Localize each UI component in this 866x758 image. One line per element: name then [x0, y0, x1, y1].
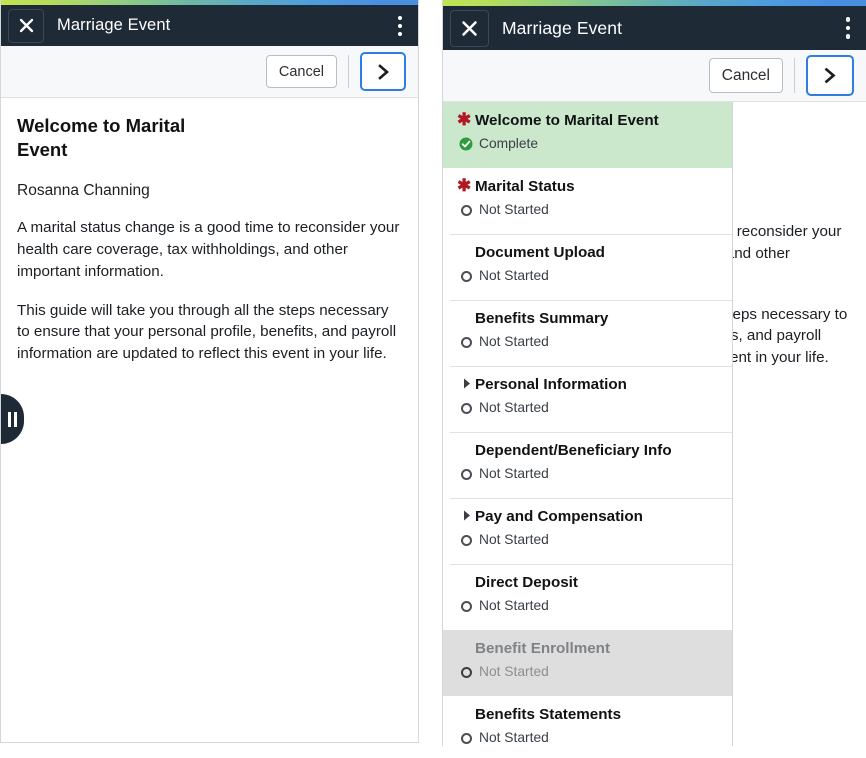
welcome-heading: Welcome to Marital Event: [17, 115, 186, 160]
intro-paragraph-1: A marital status change is a good time t…: [17, 219, 400, 280]
step-navigation-drawer[interactable]: ✱ Welcome to Marital Event Complete ✱ Marita…: [443, 102, 733, 746]
toolbar-divider: [348, 55, 349, 88]
employee-name: Rosanna Channing: [17, 182, 150, 200]
step-title: Pay and Compensation: [475, 508, 643, 525]
step-status-label: Not Started: [479, 202, 549, 217]
triangle-right-icon[interactable]: [453, 375, 475, 389]
circle-outline-icon: [453, 336, 479, 348]
step-title: Benefits Statements: [475, 706, 622, 723]
cancel-button[interactable]: Cancel: [265, 55, 337, 88]
step-list-item: Benefit Enrollment Not Started: [443, 630, 732, 696]
step-title: Personal Information: [475, 376, 627, 393]
triangle-right-icon[interactable]: [453, 507, 475, 521]
left-action-bar: Cancel: [1, 46, 418, 98]
step-status-label: Not Started: [479, 730, 549, 745]
circle-outline-icon: [453, 534, 479, 546]
left-titlebar: Marriage Event: [1, 5, 418, 46]
step-list-item[interactable]: Dependent/Beneficiary Info Not Started: [443, 432, 732, 498]
step-status-label: Complete: [479, 136, 539, 151]
circle-outline-icon: [453, 732, 479, 744]
close-icon[interactable]: [450, 9, 489, 47]
step-list-item[interactable]: ✱ Marital Status Not Started: [443, 168, 732, 234]
right-action-bar: Cancel: [443, 50, 866, 102]
kebab-menu-icon[interactable]: [840, 11, 857, 45]
step-list-item[interactable]: Benefits Summary Not Started: [443, 300, 732, 366]
next-step-button[interactable]: [360, 52, 406, 91]
page-title: Marriage Event: [57, 16, 171, 34]
step-list-item[interactable]: Benefits Statements Not Started: [443, 696, 732, 746]
circle-outline-icon: [453, 666, 479, 678]
cancel-button[interactable]: Cancel: [708, 58, 783, 93]
left-content-area: Welcome to Marital Event Rosanna Channin…: [1, 98, 418, 382]
step-title: Benefits Summary: [475, 310, 609, 327]
step-list-item[interactable]: Direct Deposit Not Started: [443, 564, 732, 630]
circle-outline-icon: [453, 270, 479, 282]
toolbar-divider: [794, 58, 795, 93]
step-status-label: Not Started: [479, 532, 549, 547]
step-status-label: Not Started: [479, 466, 549, 481]
kebab-menu-icon[interactable]: [392, 10, 408, 42]
drawer-toggle-handle[interactable]: [1, 394, 24, 444]
step-title: Dependent/Beneficiary Info: [475, 442, 672, 459]
circle-outline-icon: [453, 468, 479, 480]
page-title: Marriage Event: [502, 17, 623, 38]
right-titlebar: Marriage Event: [443, 6, 866, 50]
step-status-label: Not Started: [479, 400, 549, 415]
step-status-label: Not Started: [479, 334, 549, 349]
required-asterisk-icon: ✱: [457, 110, 472, 129]
step-list-item[interactable]: Document Upload Not Started: [443, 234, 732, 300]
next-step-button[interactable]: [806, 55, 854, 96]
circle-outline-icon: [453, 600, 479, 612]
step-title: Marital Status: [475, 178, 575, 195]
circle-outline-icon: [453, 204, 479, 216]
step-status-label: Not Started: [479, 664, 549, 679]
right-panel-window: Marriage Event Cancel Welcome to Marital…: [442, 0, 866, 746]
step-status-label: Not Started: [479, 268, 549, 283]
step-title: Welcome to Marital Event: [475, 112, 659, 129]
step-title: Document Upload: [475, 244, 605, 261]
required-asterisk-icon: ✱: [457, 176, 472, 195]
intro-paragraph-2: This guide will take you through all the…: [17, 301, 397, 363]
close-icon[interactable]: [8, 8, 44, 43]
step-list-item[interactable]: Pay and Compensation Not Started: [443, 498, 732, 564]
step-status-label: Not Started: [479, 598, 549, 613]
chevron-right-icon: [824, 67, 836, 84]
step-title: Direct Deposit: [475, 574, 578, 591]
step-list-item[interactable]: ✱ Welcome to Marital Event Complete: [443, 102, 732, 168]
left-panel-window: Marriage Event Cancel Welcome to Marital…: [0, 0, 419, 743]
step-list-item[interactable]: Personal Information Not Started: [443, 366, 732, 432]
chevron-right-icon: [377, 63, 389, 80]
step-title: Benefit Enrollment: [475, 640, 611, 657]
circle-outline-icon: [453, 402, 479, 414]
check-circle-icon: [453, 137, 479, 151]
